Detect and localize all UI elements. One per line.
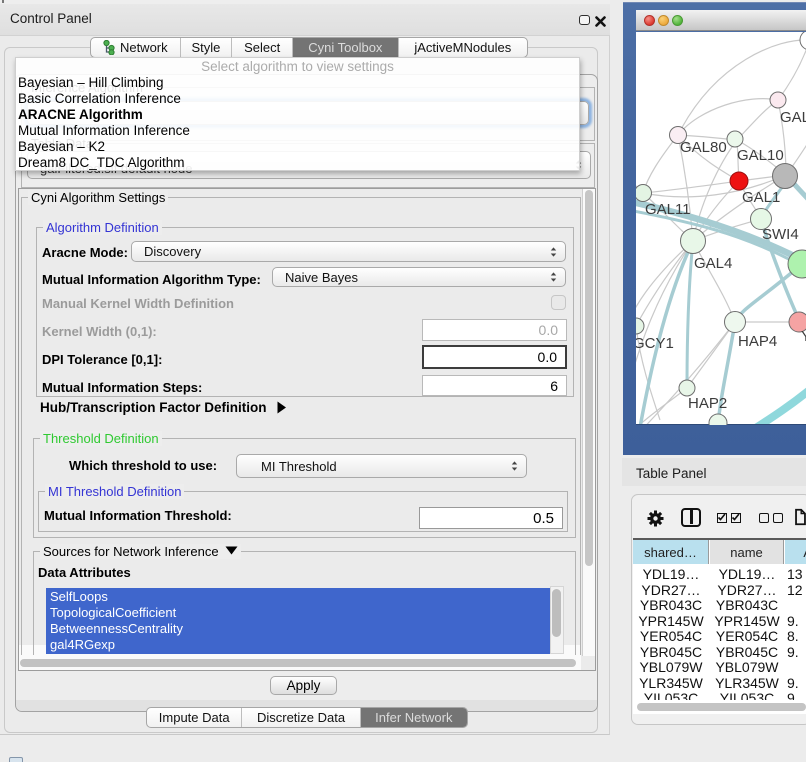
svg-text:HAP4: HAP4 <box>738 333 777 350</box>
svg-text:GAL80: GAL80 <box>680 139 727 156</box>
svg-text:HAP2: HAP2 <box>688 395 727 412</box>
svg-text:GAL7: GAL7 <box>780 109 806 126</box>
svg-text:SWI4: SWI4 <box>762 226 799 243</box>
svg-text:GAL11: GAL11 <box>645 201 691 218</box>
svg-text:GCY1: GCY1 <box>636 335 674 352</box>
svg-text:YL: YL <box>801 328 806 345</box>
svg-text:GAL1: GAL1 <box>742 189 780 206</box>
svg-text:GAL10: GAL10 <box>737 147 784 164</box>
svg-text:GAL4: GAL4 <box>694 255 732 272</box>
